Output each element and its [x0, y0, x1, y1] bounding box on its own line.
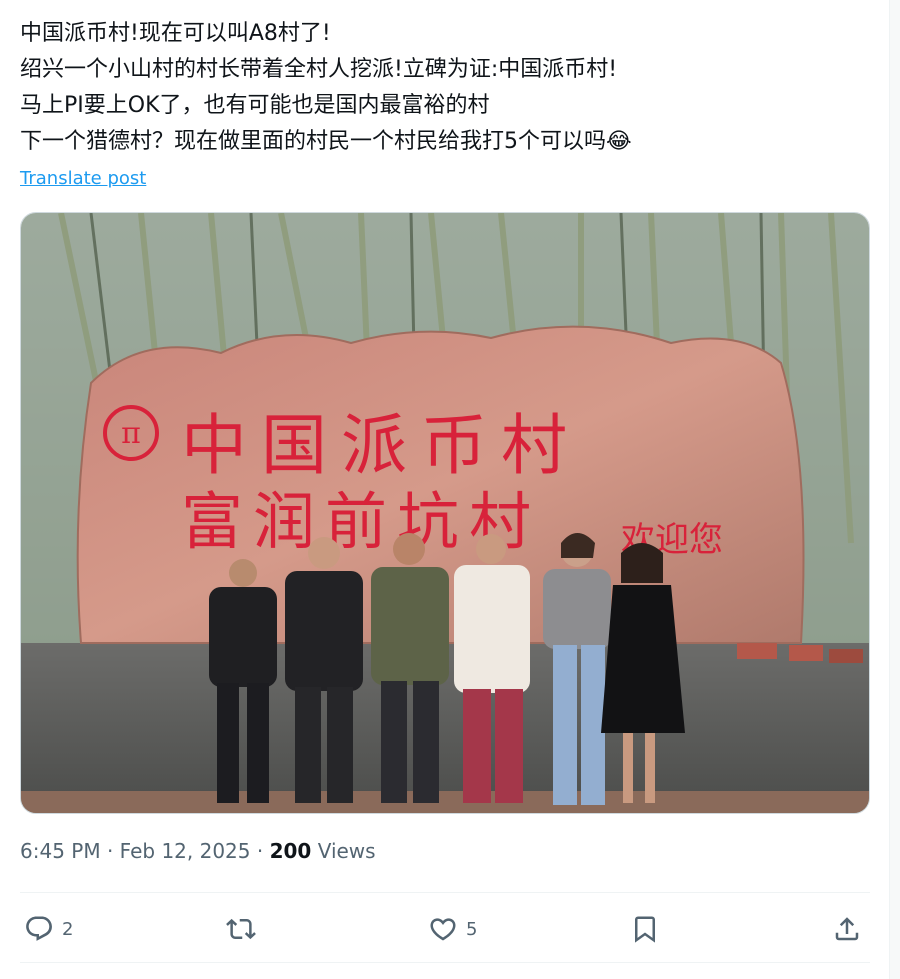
heart-icon — [430, 918, 456, 941]
like-count: 5 — [466, 918, 478, 940]
post-metadata: 6:45 PM · Feb 12, 2025 · 200 Views — [20, 839, 376, 863]
like-button[interactable]: 5 — [428, 902, 477, 956]
share-icon — [835, 917, 859, 941]
reply-button[interactable]: 2 — [24, 902, 73, 956]
retweet-icon — [226, 918, 256, 940]
translate-post-link[interactable]: Translate post — [20, 168, 146, 189]
meta-separator: · — [256, 839, 264, 863]
share-button[interactable] — [832, 902, 862, 956]
post-text-line: 中国派币村!现在可以叫A8村了! — [20, 21, 331, 46]
post-date[interactable]: Feb 12, 2025 — [120, 839, 251, 863]
divider — [20, 892, 870, 893]
post-text-line: 绍兴一个小山村的村长带着全村人挖派!立碑为证:中国派币村! — [20, 57, 618, 82]
reply-count: 2 — [62, 918, 74, 940]
photo-illustration: π 中国派币村 富润前坑村 欢迎您 — [21, 213, 869, 813]
retweet-button[interactable] — [226, 902, 264, 956]
post-text: 中国派币村!现在可以叫A8村了! 绍兴一个小山村的村长带着全村人挖派!立碑为证:… — [20, 16, 880, 160]
post-time[interactable]: 6:45 PM — [20, 839, 101, 863]
scrollbar-track[interactable] — [889, 0, 900, 979]
post-text-line: 马上PI要上OK了，也有可能也是国内最富裕的村 — [20, 93, 490, 118]
stone-inscription-line1: 中国派币村 — [181, 407, 581, 484]
bookmark-button[interactable] — [630, 902, 660, 956]
post-action-bar: 2 5 — [20, 902, 870, 956]
bookmark-icon — [635, 916, 655, 943]
post-photo[interactable]: π 中国派币村 富润前坑村 欢迎您 — [20, 212, 870, 814]
stone-logo: π — [121, 416, 141, 451]
reply-icon — [26, 916, 52, 941]
views-count: 200 — [269, 839, 312, 863]
post-container: 中国派币村!现在可以叫A8村了! 绍兴一个小山村的村长带着全村人挖派!立碑为证:… — [0, 0, 900, 979]
meta-separator: · — [106, 839, 114, 863]
post-text-line: 下一个猎德村？现在做里面的村民一个村民给我打5个可以吗😂 — [20, 129, 632, 154]
views-label: Views — [317, 839, 376, 863]
divider — [20, 962, 870, 963]
